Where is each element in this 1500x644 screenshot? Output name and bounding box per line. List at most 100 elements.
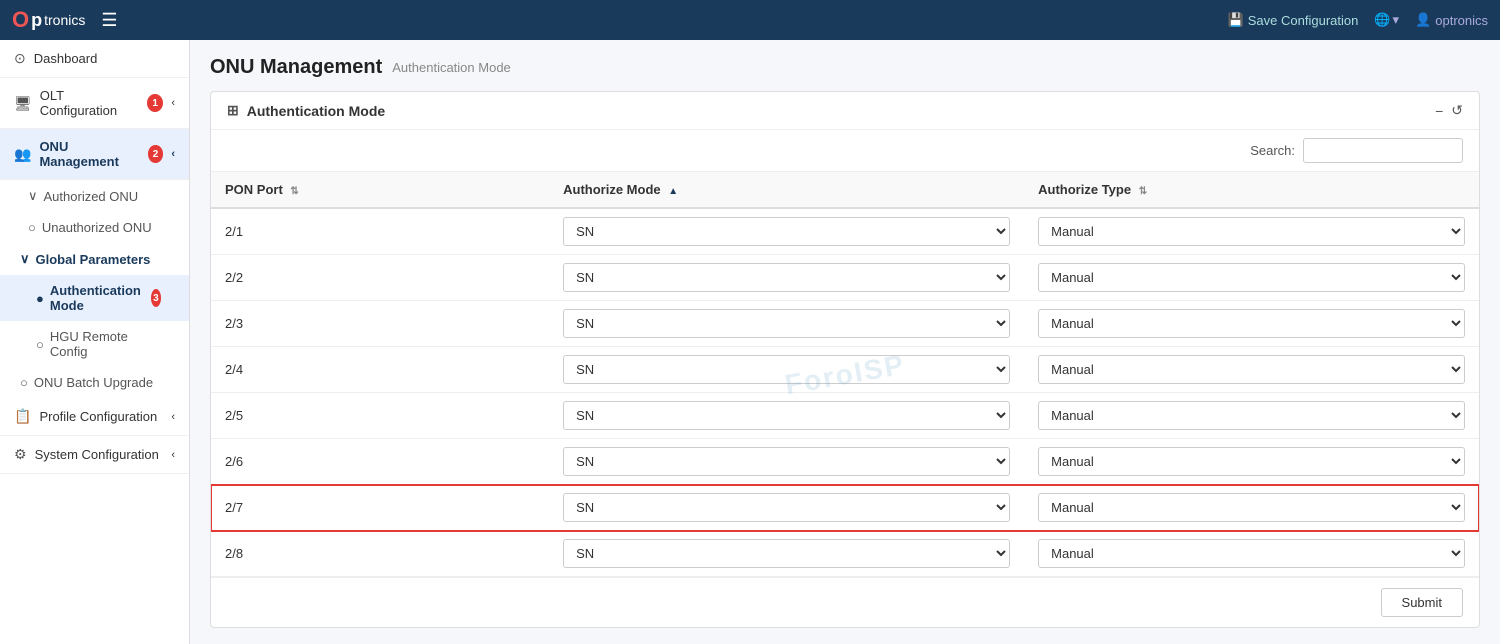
circle-icon: ○	[20, 375, 28, 390]
cell-auth-mode: SNMACLOIDSN+LOID	[549, 485, 1024, 531]
card-header: ⊞ Authentication Mode − ↺	[211, 92, 1479, 130]
sidebar-global-params[interactable]: ∨ Global Parameters	[0, 243, 189, 275]
circle-icon: ∨	[28, 188, 38, 204]
sub-label: HGU Remote Config	[50, 329, 161, 359]
system-icon: ⚙	[14, 446, 27, 463]
page-subtitle: Authentication Mode	[392, 60, 511, 75]
sort-icon-type: ⇅	[1139, 186, 1147, 197]
sidebar-item-profile-config[interactable]: 📋 Profile Configuration ‹	[0, 398, 189, 436]
sidebar-item-onu-mgmt[interactable]: 👥 ONU Management 2 ‹	[0, 129, 189, 180]
auth-type-select[interactable]: ManualAuto	[1038, 355, 1465, 384]
submit-button[interactable]: Submit	[1381, 588, 1463, 617]
main-content: ONU Management Authentication Mode ⊞ Aut…	[190, 40, 1500, 644]
table-row: 2/8 SNMACLOIDSN+LOID ManualAuto	[211, 531, 1479, 577]
search-label: Search:	[1250, 143, 1295, 158]
hamburger-menu[interactable]: ☰	[101, 10, 117, 31]
minimize-button[interactable]: −	[1435, 103, 1443, 119]
cell-pon-port: 2/1	[211, 208, 549, 255]
logo-o: O	[12, 7, 29, 33]
navbar: O p tronics ☰ 💾 Save Configuration 🌐 ▾ 👤…	[0, 0, 1500, 40]
auth-mode-select[interactable]: SNMACLOIDSN+LOID	[563, 493, 1010, 522]
search-input[interactable]	[1303, 138, 1463, 163]
col-authorize-type[interactable]: Authorize Type ⇅	[1024, 172, 1479, 208]
user-menu[interactable]: 👤 optronics	[1415, 12, 1488, 28]
circle-icon: ○	[36, 337, 44, 352]
cell-pon-port: 2/2	[211, 255, 549, 301]
card-actions: − ↺	[1435, 102, 1463, 119]
sidebar-sub-unauthorized-onu[interactable]: ○ Unauthorized ONU	[0, 212, 189, 243]
cell-auth-mode: SNMACLOIDSN+LOID	[549, 439, 1024, 485]
save-label: Save Configuration	[1248, 13, 1359, 28]
table-row: 2/2 SNMACLOIDSN+LOID ManualAuto	[211, 255, 1479, 301]
chevron-icon: ‹	[171, 97, 175, 109]
cell-auth-mode: SNMACLOIDSN+LOID	[549, 255, 1024, 301]
auth-mode-select[interactable]: SNMACLOIDSN+LOID	[563, 539, 1010, 568]
sidebar-sub-authorized-onu[interactable]: ∨ Authorized ONU	[0, 180, 189, 212]
navbar-left: O p tronics ☰	[12, 7, 118, 33]
save-icon: 💾	[1228, 12, 1244, 28]
col-authorize-mode[interactable]: Authorize Mode ▲	[549, 172, 1024, 208]
auth-mode-select[interactable]: SNMACLOIDSN+LOID	[563, 263, 1010, 292]
auth-type-select[interactable]: ManualAuto	[1038, 447, 1465, 476]
global-params-label: Global Parameters	[36, 252, 151, 267]
chevron-down-icon: ∨	[20, 251, 30, 267]
user-label: optronics	[1435, 13, 1488, 28]
sidebar: ⊙ Dashboard 🖥 OLT Configuration 1 ‹ 👥 ON…	[0, 40, 190, 644]
auth-type-select[interactable]: ManualAuto	[1038, 309, 1465, 338]
search-bar: Search:	[211, 130, 1479, 172]
card-footer: Submit	[211, 577, 1479, 627]
sidebar-auth-mode[interactable]: ● Authentication Mode 3	[0, 275, 189, 321]
cell-auth-mode: SNMACLOIDSN+LOID	[549, 208, 1024, 255]
cell-auth-type: ManualAuto	[1024, 301, 1479, 347]
cell-auth-mode: SNMACLOIDSN+LOID	[549, 301, 1024, 347]
table-row: 2/1 SNMACLOIDSN+LOID ManualAuto	[211, 208, 1479, 255]
sidebar-item-label: Dashboard	[34, 51, 98, 66]
navbar-right: 💾 Save Configuration 🌐 ▾ 👤 optronics	[1228, 12, 1488, 28]
sidebar-item-dashboard[interactable]: ⊙ Dashboard	[0, 40, 189, 78]
sidebar-hgu-remote[interactable]: ○ HGU Remote Config	[0, 321, 189, 367]
table-body: 2/1 SNMACLOIDSN+LOID ManualAuto 2/2 SNMACLOI…	[211, 208, 1479, 577]
logo: O p tronics	[12, 7, 85, 33]
auth-mode-select[interactable]: SNMACLOIDSN+LOID	[563, 355, 1010, 384]
save-configuration-button[interactable]: 💾 Save Configuration	[1228, 12, 1359, 28]
auth-mode-select[interactable]: SNMACLOIDSN+LOID	[563, 401, 1010, 430]
globe-icon[interactable]: 🌐 ▾	[1374, 12, 1399, 28]
olt-badge: 1	[147, 94, 163, 112]
sidebar-item-label: ONU Management	[39, 139, 135, 169]
olt-icon: 🖥	[14, 95, 32, 112]
table-row: 2/5SNMACLOIDSN+LOIDManualAuto	[211, 393, 1479, 439]
auth-mode-select[interactable]: SNMACLOIDSN+LOID	[563, 217, 1010, 246]
auth-type-select[interactable]: ManualAuto	[1038, 263, 1465, 292]
refresh-button[interactable]: ↺	[1451, 102, 1463, 119]
profile-icon: 📋	[14, 408, 31, 425]
logo-ronics: tronics	[44, 12, 85, 28]
card-title-text: Authentication Mode	[247, 103, 385, 119]
sidebar-onu-batch[interactable]: ○ ONU Batch Upgrade	[0, 367, 189, 398]
auth-type-select[interactable]: ManualAuto	[1038, 401, 1465, 430]
sidebar-item-system-config[interactable]: ⚙ System Configuration ‹	[0, 436, 189, 474]
cell-auth-type: ManualAuto	[1024, 347, 1479, 393]
table-header-row: PON Port ⇅ Authorize Mode ▲ Authorize Ty…	[211, 172, 1479, 208]
cell-pon-port: 2/7	[211, 485, 549, 531]
cell-pon-port: 2/3	[211, 301, 549, 347]
auth-mode-select[interactable]: SNMACLOIDSN+LOID	[563, 447, 1010, 476]
cell-pon-port: 2/8	[211, 531, 549, 577]
table-row: 2/6SNMACLOIDSN+LOIDManualAuto	[211, 439, 1479, 485]
sidebar-item-olt-config[interactable]: 🖥 OLT Configuration 1 ‹	[0, 78, 189, 129]
cell-auth-type: ManualAuto	[1024, 208, 1479, 255]
sub-label: Authorized ONU	[44, 189, 139, 204]
circle-icon: ○	[28, 220, 36, 235]
auth-type-select[interactable]: ManualAuto	[1038, 493, 1465, 522]
auth-mode-select[interactable]: SNMACLOIDSN+LOID	[563, 309, 1010, 338]
cell-auth-type: ManualAuto	[1024, 393, 1479, 439]
onu-icon: 👥	[14, 146, 31, 163]
cell-auth-mode: SNMACLOIDSN+LOID	[549, 531, 1024, 577]
sub-label: ONU Batch Upgrade	[34, 375, 153, 390]
auth-type-select[interactable]: ManualAuto	[1038, 217, 1465, 246]
table-row: 2/7 SNMACLOIDSN+LOID ManualAuto	[211, 485, 1479, 531]
chevron-icon: ‹	[171, 449, 175, 461]
table-row: 2/4SNMACLOIDSN+LOIDManualAuto	[211, 347, 1479, 393]
auth-type-select[interactable]: ManualAuto	[1038, 539, 1465, 568]
sub-label: Unauthorized ONU	[42, 220, 152, 235]
col-pon-port[interactable]: PON Port ⇅	[211, 172, 549, 208]
